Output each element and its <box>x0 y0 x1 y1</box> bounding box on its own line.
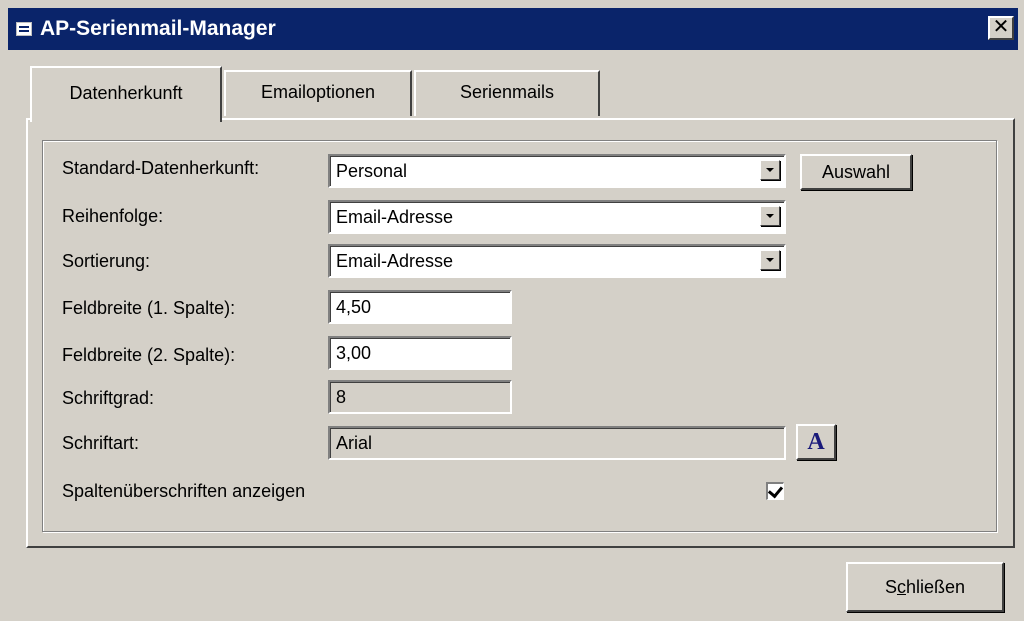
close-label-mnemonic: c <box>896 576 906 597</box>
chevron-down-icon[interactable] <box>760 206 780 226</box>
input-value: 4,50 <box>330 292 510 322</box>
tab-serienmails[interactable]: Serienmails <box>414 70 600 116</box>
spaltenueberschriften-checkbox[interactable] <box>766 482 784 500</box>
field-value: Arial <box>330 428 784 458</box>
schriftart-field: Arial <box>328 426 786 460</box>
window-title: AP-Serienmail-Manager <box>40 17 276 40</box>
field-value: 8 <box>330 382 510 412</box>
close-label-post: hließen <box>905 576 966 597</box>
feldbreite2-label: Feldbreite (2. Spalte): <box>62 345 236 365</box>
schliessen-button[interactable]: Sc hließen <box>846 562 1004 612</box>
dialog-window: AP-Serienmail-Manager ✕ Datenherkunft Em… <box>0 0 1024 621</box>
font-select-button[interactable]: A <box>796 424 836 460</box>
chevron-down-icon[interactable] <box>760 250 780 270</box>
combo-value: Email-Adresse <box>330 246 784 276</box>
schriftart-label: Schriftart: <box>62 433 140 453</box>
feldbreite2-input[interactable]: 3,00 <box>328 336 512 370</box>
tab-label: Emailoptionen <box>260 81 376 102</box>
schriftgrad-field: 8 <box>328 380 512 414</box>
font-icon: A <box>807 428 825 455</box>
sortierung-label: Sortierung: <box>62 251 151 271</box>
spaltenueberschriften-label: Spaltenüberschriften anzeigen <box>62 481 306 501</box>
group-frame <box>42 140 997 532</box>
standard-datenherkunft-label: Standard-Datenherkunft: <box>62 158 260 178</box>
reihenfolge-combo[interactable]: Email-Adresse <box>328 200 786 234</box>
input-value: 3,00 <box>330 338 510 368</box>
feldbreite1-label: Feldbreite (1. Spalte): <box>62 298 236 318</box>
reihenfolge-label: Reihenfolge: <box>62 206 164 226</box>
tab-datenherkunft[interactable]: Datenherkunft <box>30 66 222 122</box>
title-bar[interactable]: AP-Serienmail-Manager ✕ <box>8 8 1018 50</box>
combo-value: Email-Adresse <box>330 202 784 232</box>
auswahl-button[interactable]: Auswahl <box>800 154 912 190</box>
tab-panel-datenherkunft: Standard-Datenherkunft: Personal Auswahl… <box>26 118 1015 548</box>
standard-datenherkunft-combo[interactable]: Personal <box>328 154 786 188</box>
tab-emailoptionen[interactable]: Emailoptionen <box>224 70 412 116</box>
tab-label: Serienmails <box>459 81 555 102</box>
schriftgrad-label: Schriftgrad: <box>62 388 155 408</box>
tab-label: Datenherkunft <box>69 82 183 103</box>
chevron-down-icon[interactable] <box>760 160 780 180</box>
window-close-button[interactable]: ✕ <box>988 16 1014 40</box>
form-icon <box>16 22 32 36</box>
feldbreite1-input[interactable]: 4,50 <box>328 290 512 324</box>
sortierung-combo[interactable]: Email-Adresse <box>328 244 786 278</box>
combo-value: Personal <box>330 156 784 186</box>
close-label-pre: S <box>884 576 897 597</box>
